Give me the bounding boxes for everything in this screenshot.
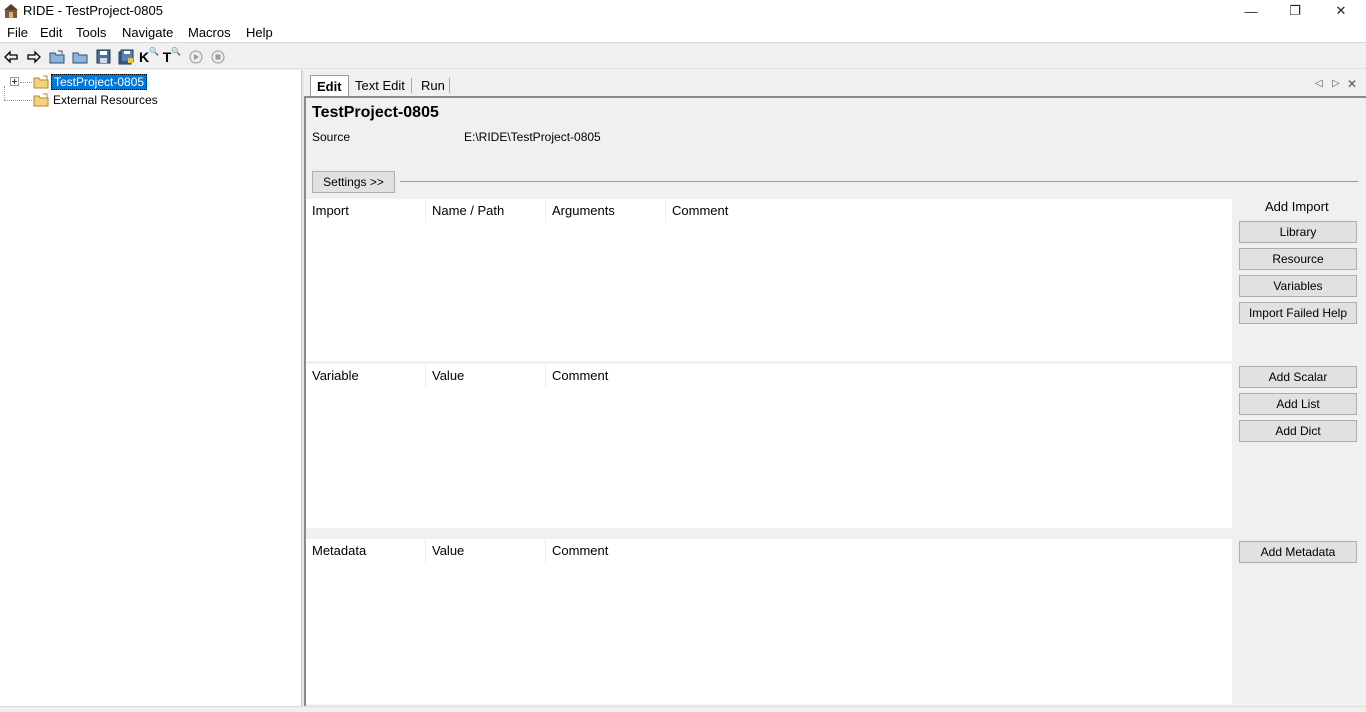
tab-scroll-right-icon[interactable]: ▷ bbox=[1332, 78, 1340, 89]
tab-edit[interactable]: Edit bbox=[310, 75, 349, 97]
column-header: Import bbox=[306, 199, 426, 223]
stop-icon[interactable] bbox=[209, 48, 227, 65]
close-window-button[interactable]: ✕ bbox=[1318, 0, 1364, 22]
variables-button[interactable]: Variables bbox=[1239, 275, 1357, 297]
import-failed-help-button[interactable]: Import Failed Help bbox=[1239, 302, 1357, 324]
add-import-label: Add Import bbox=[1265, 199, 1329, 214]
editor-tabs: Edit Text Edit Run bbox=[304, 72, 1366, 97]
import-table[interactable]: Import Name / Path Arguments Comment bbox=[306, 199, 1232, 361]
column-header: Comment bbox=[552, 368, 609, 383]
column-header: Value bbox=[426, 364, 546, 388]
tab-run[interactable]: Run bbox=[415, 75, 451, 97]
folder-icon bbox=[33, 75, 49, 89]
variable-table[interactable]: Variable Value Comment bbox=[306, 364, 1232, 528]
source-label: Source bbox=[312, 130, 351, 144]
add-dict-button[interactable]: Add Dict bbox=[1239, 420, 1357, 442]
run-icon[interactable] bbox=[187, 48, 205, 65]
menu-navigate[interactable]: Navigate bbox=[122, 25, 173, 40]
column-header: Metadata bbox=[306, 539, 426, 563]
column-header: Comment bbox=[552, 543, 609, 558]
save-all-icon[interactable] bbox=[117, 48, 135, 65]
open-directory-icon[interactable] bbox=[71, 48, 89, 65]
tree-connector bbox=[20, 82, 32, 83]
minimize-button[interactable]: — bbox=[1228, 0, 1274, 22]
column-header: Name / Path bbox=[426, 199, 546, 223]
status-bar bbox=[0, 706, 1366, 712]
column-header: Value bbox=[426, 539, 546, 563]
menu-file[interactable]: File bbox=[7, 25, 28, 40]
title-bar: RIDE - TestProject-0805 — ❐ ✕ bbox=[0, 0, 1366, 22]
library-button[interactable]: Library bbox=[1239, 221, 1357, 243]
restore-button[interactable]: ❐ bbox=[1272, 0, 1318, 22]
toolbar: K 🔍 T 🔍 bbox=[0, 44, 1366, 69]
tree-connector bbox=[4, 86, 5, 100]
forward-arrow-icon[interactable] bbox=[25, 48, 43, 65]
add-scalar-button[interactable]: Add Scalar bbox=[1239, 366, 1357, 388]
search-keywords-icon[interactable]: K 🔍 bbox=[139, 47, 159, 65]
tab-separator bbox=[449, 78, 450, 93]
menu-edit[interactable]: Edit bbox=[40, 25, 62, 40]
menu-tools[interactable]: Tools bbox=[76, 25, 106, 40]
column-header: Variable bbox=[306, 364, 426, 388]
tab-close-icon[interactable]: ✕ bbox=[1347, 77, 1357, 91]
tab-text-edit[interactable]: Text Edit bbox=[349, 75, 411, 97]
window-title: RIDE - TestProject-0805 bbox=[23, 3, 163, 18]
save-icon[interactable] bbox=[94, 48, 112, 65]
add-metadata-button[interactable]: Add Metadata bbox=[1239, 541, 1357, 563]
project-tree bbox=[0, 70, 301, 706]
open-project-icon[interactable] bbox=[48, 48, 66, 65]
menu-bar: File Edit Tools Navigate Macros Help bbox=[0, 22, 1366, 43]
search-tests-icon[interactable]: T 🔍 bbox=[163, 47, 182, 65]
tab-scroll-left-icon[interactable]: ◁ bbox=[1315, 78, 1323, 89]
tree-item-external-resources[interactable]: External Resources bbox=[53, 93, 158, 107]
ride-app-icon bbox=[4, 4, 18, 18]
resource-button[interactable]: Resource bbox=[1239, 248, 1357, 270]
tree-connector bbox=[4, 100, 32, 101]
settings-toggle-button[interactable]: Settings >> bbox=[312, 171, 395, 193]
menu-macros[interactable]: Macros bbox=[188, 25, 231, 40]
metadata-table[interactable]: Metadata Value Comment bbox=[306, 539, 1232, 704]
menu-help[interactable]: Help bbox=[246, 25, 273, 40]
add-list-button[interactable]: Add List bbox=[1239, 393, 1357, 415]
tree-expand-toggle[interactable] bbox=[10, 77, 19, 86]
page-title: TestProject-0805 bbox=[312, 104, 439, 121]
back-arrow-icon[interactable] bbox=[2, 48, 20, 65]
source-path: E:\RIDE\TestProject-0805 bbox=[464, 130, 601, 144]
folder-icon bbox=[33, 93, 49, 107]
column-header: Arguments bbox=[546, 199, 666, 223]
tab-separator bbox=[411, 78, 412, 93]
settings-divider bbox=[400, 181, 1358, 182]
column-header: Comment bbox=[672, 203, 729, 218]
tree-item-testproject[interactable]: TestProject-0805 bbox=[51, 74, 148, 90]
